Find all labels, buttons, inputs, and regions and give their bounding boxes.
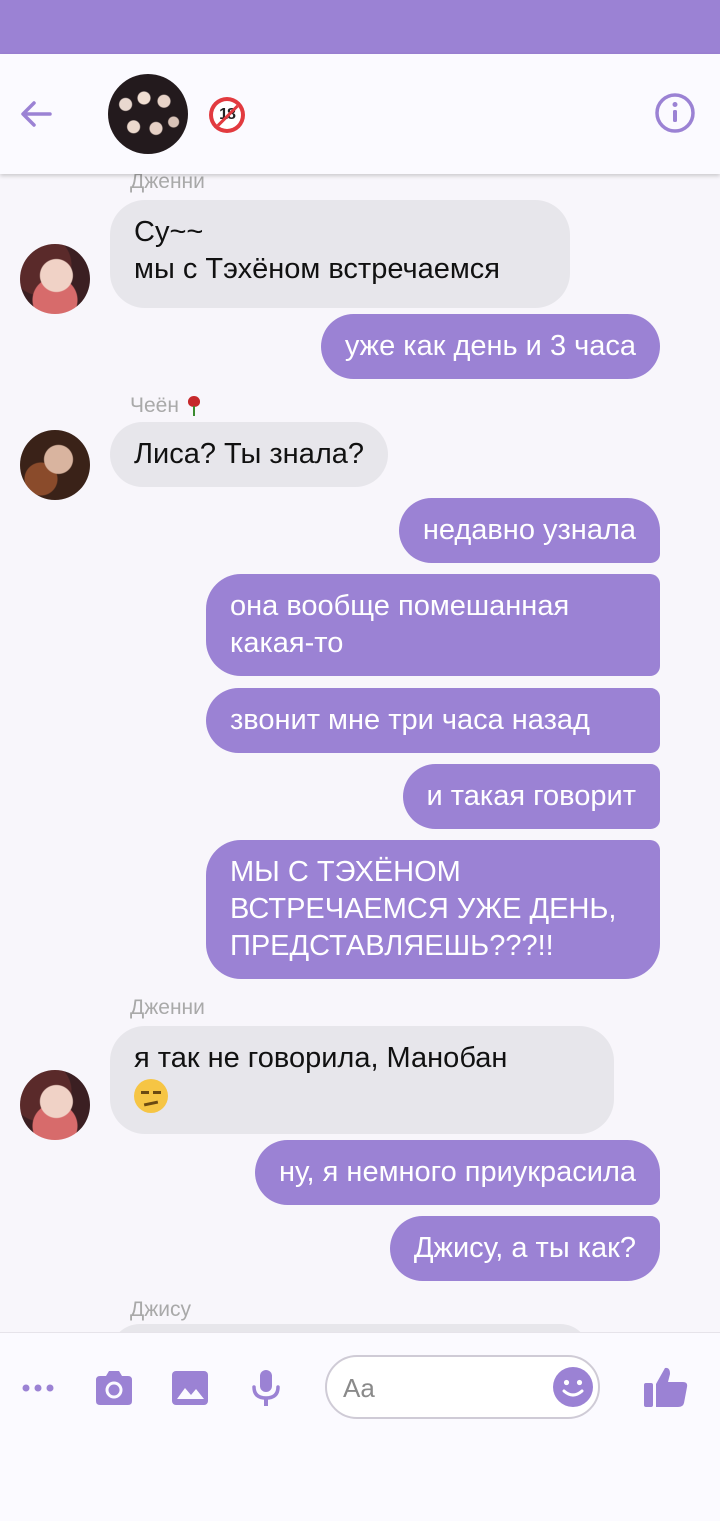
message-outgoing[interactable]: Джису, а ты как? xyxy=(389,1216,660,1281)
camera-icon[interactable] xyxy=(92,1366,136,1410)
status-bar xyxy=(0,0,720,54)
rose-icon xyxy=(187,396,201,417)
emoji-icon[interactable] xyxy=(552,1366,594,1408)
thumbs-up-icon[interactable] xyxy=(642,1363,690,1411)
message-outgoing[interactable]: ну, я немного приукрасила xyxy=(254,1140,660,1205)
age-18-label: 18 xyxy=(213,101,241,129)
unamused-emoji-icon xyxy=(134,1079,168,1114)
message-incoming[interactable]: Су~~ мы с Тэхёном встречаемся xyxy=(110,200,570,308)
info-icon[interactable] xyxy=(652,90,698,136)
group-avatar[interactable] xyxy=(108,74,188,154)
sender-name: Дженни xyxy=(130,996,205,1019)
image-icon[interactable] xyxy=(168,1366,212,1410)
avatar-jennie[interactable] xyxy=(20,244,90,314)
message-incoming[interactable]: я так не говорила, Манобан xyxy=(110,1026,614,1134)
message-incoming[interactable]: Лиса? Ты знала? xyxy=(110,422,389,487)
message-input[interactable] xyxy=(341,1367,545,1409)
sender-name: Дженни xyxy=(130,174,205,193)
message-outgoing[interactable]: и такая говорит xyxy=(402,764,660,829)
microphone-icon[interactable] xyxy=(244,1366,288,1410)
message-input-field[interactable] xyxy=(325,1355,600,1419)
message-outgoing[interactable]: МЫ С ТЭХЁНОМ ВСТРЕЧАЕМСЯ УЖЕ ДЕНЬ, ПРЕДС… xyxy=(206,840,660,979)
more-icon[interactable] xyxy=(16,1366,60,1410)
age-18-badge: 18 xyxy=(209,97,245,133)
sender-name: Чеён xyxy=(130,394,201,418)
message-outgoing[interactable]: звонит мне три часа назад xyxy=(206,688,660,753)
message-outgoing[interactable]: недавно узнала xyxy=(398,498,660,563)
message-list[interactable]: Дженни Су~~ мы с Тэхёном встречаемся уже… xyxy=(0,174,720,1332)
message-outgoing[interactable]: уже как день и 3 часа xyxy=(320,314,660,379)
back-arrow-icon[interactable] xyxy=(14,92,58,136)
avatar-jennie[interactable] xyxy=(20,1070,90,1140)
avatar-chaeyoung[interactable] xyxy=(20,430,90,500)
chat-header: 18 xyxy=(0,54,720,174)
message-outgoing[interactable]: она вообще помешанная какая-то xyxy=(206,574,660,676)
message-incoming[interactable] xyxy=(110,1324,590,1332)
sender-name: Джису xyxy=(130,1298,192,1321)
composer-bar xyxy=(0,1332,720,1521)
